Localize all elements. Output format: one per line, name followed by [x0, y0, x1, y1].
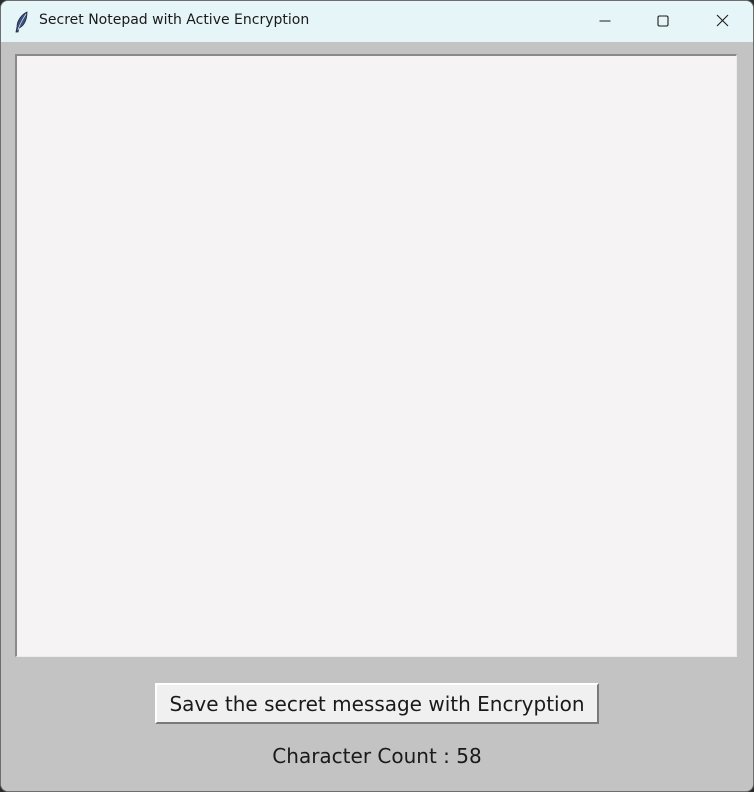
character-count-label: Character Count : 58	[272, 744, 482, 768]
maximize-icon	[657, 12, 669, 31]
feather-icon	[13, 11, 31, 33]
save-encrypted-button[interactable]: Save the secret message with Encryption	[155, 683, 599, 724]
minimize-icon	[599, 12, 611, 31]
maximize-button[interactable]	[634, 1, 692, 42]
title-bar[interactable]: Secret Notepad with Active Encryption	[1, 1, 753, 42]
close-button[interactable]	[693, 1, 751, 42]
minimize-button[interactable]	[576, 1, 634, 42]
close-icon	[716, 12, 729, 31]
client-area: Save the secret message with Encryption …	[1, 42, 753, 791]
app-window: Secret Notepad with Active Encryption Sa…	[0, 0, 754, 792]
message-text-area[interactable]	[15, 54, 737, 657]
window-title: Secret Notepad with Active Encryption	[39, 12, 310, 28]
